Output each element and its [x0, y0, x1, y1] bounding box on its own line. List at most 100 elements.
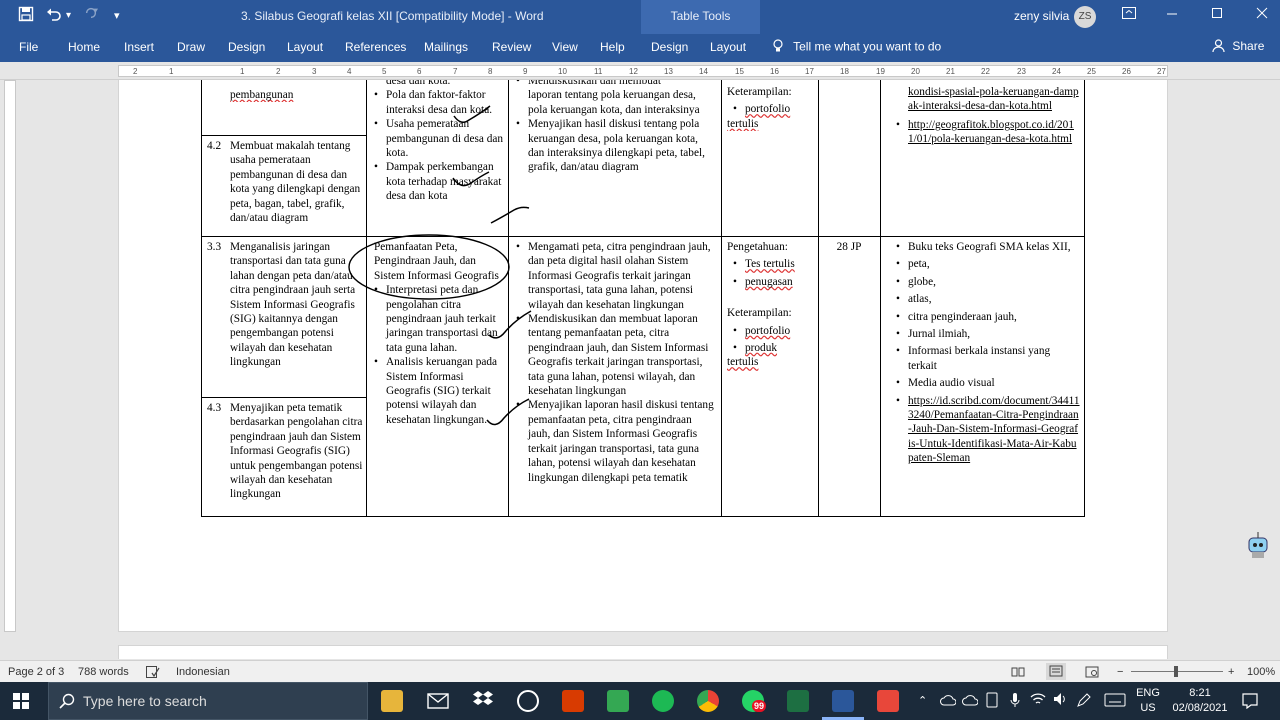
show-hidden-icons-icon[interactable]: ⌃ [918, 694, 927, 707]
ruler-mark: 9 [523, 67, 528, 76]
tab-review[interactable]: Review [492, 40, 531, 54]
tab-home[interactable]: Home [68, 40, 100, 54]
ruler-mark: 24 [1052, 67, 1061, 76]
ruler-mark: 10 [558, 67, 567, 76]
windows-start-icon[interactable] [13, 693, 29, 714]
web-layout-icon[interactable] [1085, 666, 1099, 681]
pen-icon[interactable] [1076, 692, 1092, 713]
avatar[interactable]: ZS [1074, 6, 1096, 28]
camtasia-recorder-icon[interactable] [877, 690, 899, 712]
vertical-ruler[interactable] [4, 80, 16, 632]
tab-table-layout[interactable]: Layout [710, 40, 746, 54]
word-icon[interactable] [832, 690, 854, 712]
cloud-sync-icon[interactable] [962, 693, 979, 711]
input-language[interactable]: ENG US [1134, 686, 1162, 716]
tab-help[interactable]: Help [600, 40, 625, 54]
zoom-slider-thumb[interactable] [1174, 666, 1178, 677]
person-icon [1212, 39, 1225, 55]
language-code: ENG [1136, 687, 1160, 699]
document-title: 3. Silabus Geografi kelas XII [Compatibi… [241, 9, 544, 23]
tab-references[interactable]: References [345, 40, 406, 54]
dropbox-icon[interactable] [472, 690, 494, 712]
volume-icon[interactable] [1053, 692, 1069, 711]
spotify-icon[interactable] [652, 690, 674, 712]
mail-icon[interactable] [427, 690, 449, 712]
ruler-mark: 25 [1087, 67, 1096, 76]
page-counter[interactable]: Page 2 of 3 [8, 666, 64, 678]
ruler-mark: 16 [770, 67, 779, 76]
tab-insert[interactable]: Insert [124, 40, 154, 54]
region-code: US [1140, 702, 1156, 714]
ruler-mark: 2 [276, 67, 281, 76]
ruler-mark: 12 [629, 67, 638, 76]
camtasia-green-icon[interactable] [607, 690, 629, 712]
redo-icon[interactable] [84, 6, 98, 26]
ubuntu-icon[interactable] [517, 690, 539, 712]
ruler-mark: 7 [453, 67, 458, 76]
tell-me-text: Tell me what you want to do [793, 39, 942, 54]
tell-me-search[interactable]: Tell me what you want to do [772, 39, 941, 56]
share-button[interactable]: Share [1212, 39, 1264, 55]
read-mode-icon[interactable] [1011, 666, 1025, 681]
tab-design[interactable]: Design [228, 40, 265, 54]
keyboard-icon[interactable] [1104, 693, 1126, 712]
tab-mailings[interactable]: Mailings [424, 40, 468, 54]
ruler-mark: 2 [133, 67, 138, 76]
ruler-mark: 14 [699, 67, 708, 76]
ruler-mark: 5 [382, 67, 387, 76]
ruler-mark: 1 [240, 67, 245, 76]
proofing-icon[interactable] [146, 666, 160, 681]
assistant-robot-icon[interactable] [1245, 530, 1271, 560]
office-icon[interactable] [562, 690, 584, 712]
word-count[interactable]: 788 words [78, 666, 129, 678]
share-label: Share [1232, 39, 1265, 54]
clock[interactable]: 8:21 02/08/2021 [1170, 686, 1230, 716]
ruler-mark: 17 [805, 67, 814, 76]
next-page-edge [118, 645, 1168, 659]
language-indicator[interactable]: Indonesian [176, 666, 230, 678]
microphone-icon[interactable] [1010, 692, 1020, 713]
chrome-icon[interactable] [697, 690, 719, 712]
ribbon-display-options-icon[interactable] [1119, 6, 1139, 22]
customize-toolbar-icon[interactable]: ▾ [114, 6, 120, 26]
ruler-mark: 22 [981, 67, 990, 76]
cloud-icon[interactable] [940, 693, 957, 711]
tab-view[interactable]: View [552, 40, 578, 54]
document-page[interactable]: pembangunan 4.2 Membuat makalah tentang … [118, 80, 1168, 632]
search-placeholder: Type here to search [83, 693, 207, 709]
horizontal-ruler[interactable]: 2 1 1 2 3 4 5 6 7 8 9 10 11 12 13 14 15 … [0, 62, 1280, 80]
file-explorer-icon[interactable] [381, 690, 403, 712]
close-icon[interactable] [1252, 6, 1272, 22]
minimize-icon[interactable] [1162, 6, 1182, 22]
ruler-mark: 4 [347, 67, 352, 76]
ruler-mark: 20 [911, 67, 920, 76]
taskbar-search[interactable]: Type here to search [48, 682, 368, 720]
tab-layout[interactable]: Layout [287, 40, 323, 54]
lightbulb-icon [772, 39, 784, 56]
title-bar: ▾ ▾ 3. Silabus Geografi kelas XII [Compa… [0, 0, 1280, 34]
save-icon[interactable] [18, 6, 34, 28]
tab-draw[interactable]: Draw [177, 40, 205, 54]
tab-file[interactable]: File [19, 40, 38, 54]
print-layout-icon[interactable] [1046, 663, 1066, 680]
user-name[interactable]: zeny silvia [1014, 9, 1069, 23]
clock-date: 02/08/2021 [1172, 702, 1228, 714]
excel-icon[interactable] [787, 690, 809, 712]
ink-annotations [348, 105, 532, 426]
tab-table-design[interactable]: Design [651, 40, 688, 54]
whatsapp-icon[interactable]: 99 [742, 690, 767, 712]
ruler-mark: 15 [735, 67, 744, 76]
zoom-level[interactable]: 100% [1247, 666, 1275, 678]
notifications-icon[interactable] [1242, 693, 1258, 714]
undo-dropdown-icon[interactable]: ▾ [66, 6, 71, 26]
ruler-mark: 3 [312, 67, 317, 76]
maximize-icon[interactable] [1207, 6, 1227, 22]
zoom-out-icon[interactable]: − [1117, 666, 1123, 678]
undo-icon[interactable] [46, 6, 62, 28]
zoom-in-icon[interactable]: + [1228, 666, 1234, 678]
ruler-mark: 26 [1122, 67, 1131, 76]
wifi-icon[interactable] [1030, 692, 1046, 711]
ruler-mark: 21 [946, 67, 955, 76]
table-tools-label: Table Tools [641, 0, 760, 34]
device-icon[interactable] [986, 692, 998, 713]
